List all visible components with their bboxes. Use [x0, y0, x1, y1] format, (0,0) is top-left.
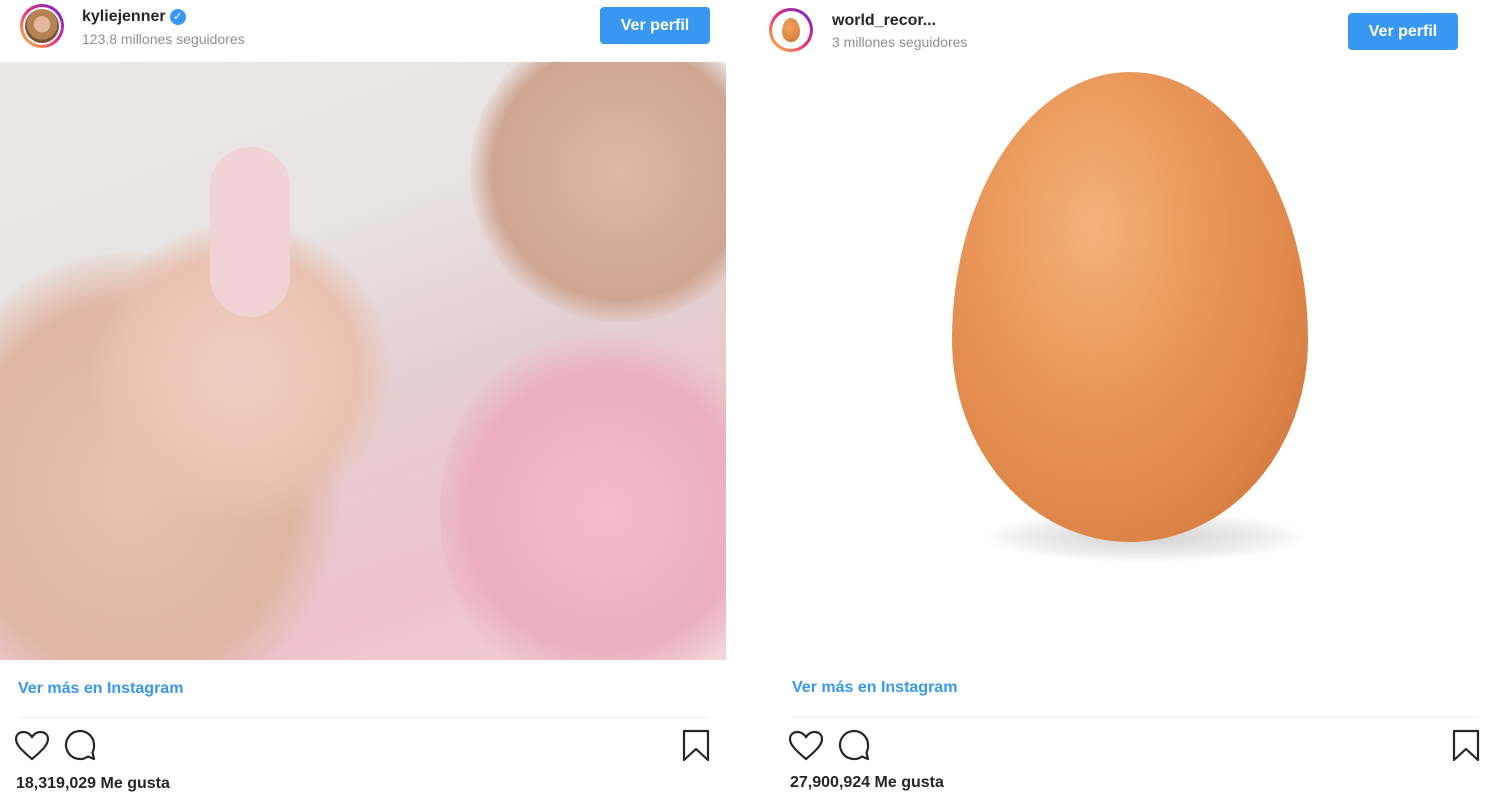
avatar[interactable]	[20, 4, 64, 48]
verified-icon: ✓	[169, 8, 186, 25]
avatar[interactable]	[769, 8, 813, 52]
divider	[792, 716, 1478, 717]
username[interactable]: world_recor...	[832, 12, 936, 30]
bookmark-icon[interactable]	[1452, 729, 1480, 763]
avatar-image	[25, 9, 59, 43]
view-more-link[interactable]: Ver más en Instagram	[792, 679, 957, 697]
heart-icon[interactable]	[788, 730, 824, 762]
comment-bubble-icon[interactable]	[62, 728, 98, 764]
egg-image	[952, 72, 1308, 542]
post-header: world_recor... 3 millones seguidores Ver…	[755, 0, 1490, 60]
egg-icon	[782, 18, 800, 42]
instagram-embed-post-right: world_recor... 3 millones seguidores Ver…	[755, 0, 1490, 802]
view-more-link[interactable]: Ver más en Instagram	[18, 680, 183, 698]
comment-bubble-icon[interactable]	[836, 728, 872, 764]
view-profile-button[interactable]: Ver perfil	[600, 7, 710, 44]
likes-count: 27,900,924 Me gusta	[790, 774, 944, 791]
post-header: kyliejenner ✓ 123.8 millones seguidores V…	[0, 0, 740, 60]
username-label: kyliejenner	[82, 8, 166, 25]
followers-count: 3 millones seguidores	[832, 34, 968, 50]
likes-count: 18,319,029 Me gusta	[16, 775, 170, 792]
divider	[18, 717, 710, 718]
post-photo[interactable]	[0, 62, 726, 660]
bookmark-icon[interactable]	[682, 729, 710, 763]
instagram-embed-post-left: kyliejenner ✓ 123.8 millones seguidores V…	[0, 0, 740, 802]
username[interactable]: kyliejenner ✓	[82, 8, 186, 26]
view-profile-button[interactable]: Ver perfil	[1348, 13, 1458, 50]
post-photo[interactable]	[755, 62, 1490, 662]
heart-icon[interactable]	[14, 730, 50, 762]
followers-count: 123.8 millones seguidores	[82, 31, 245, 47]
